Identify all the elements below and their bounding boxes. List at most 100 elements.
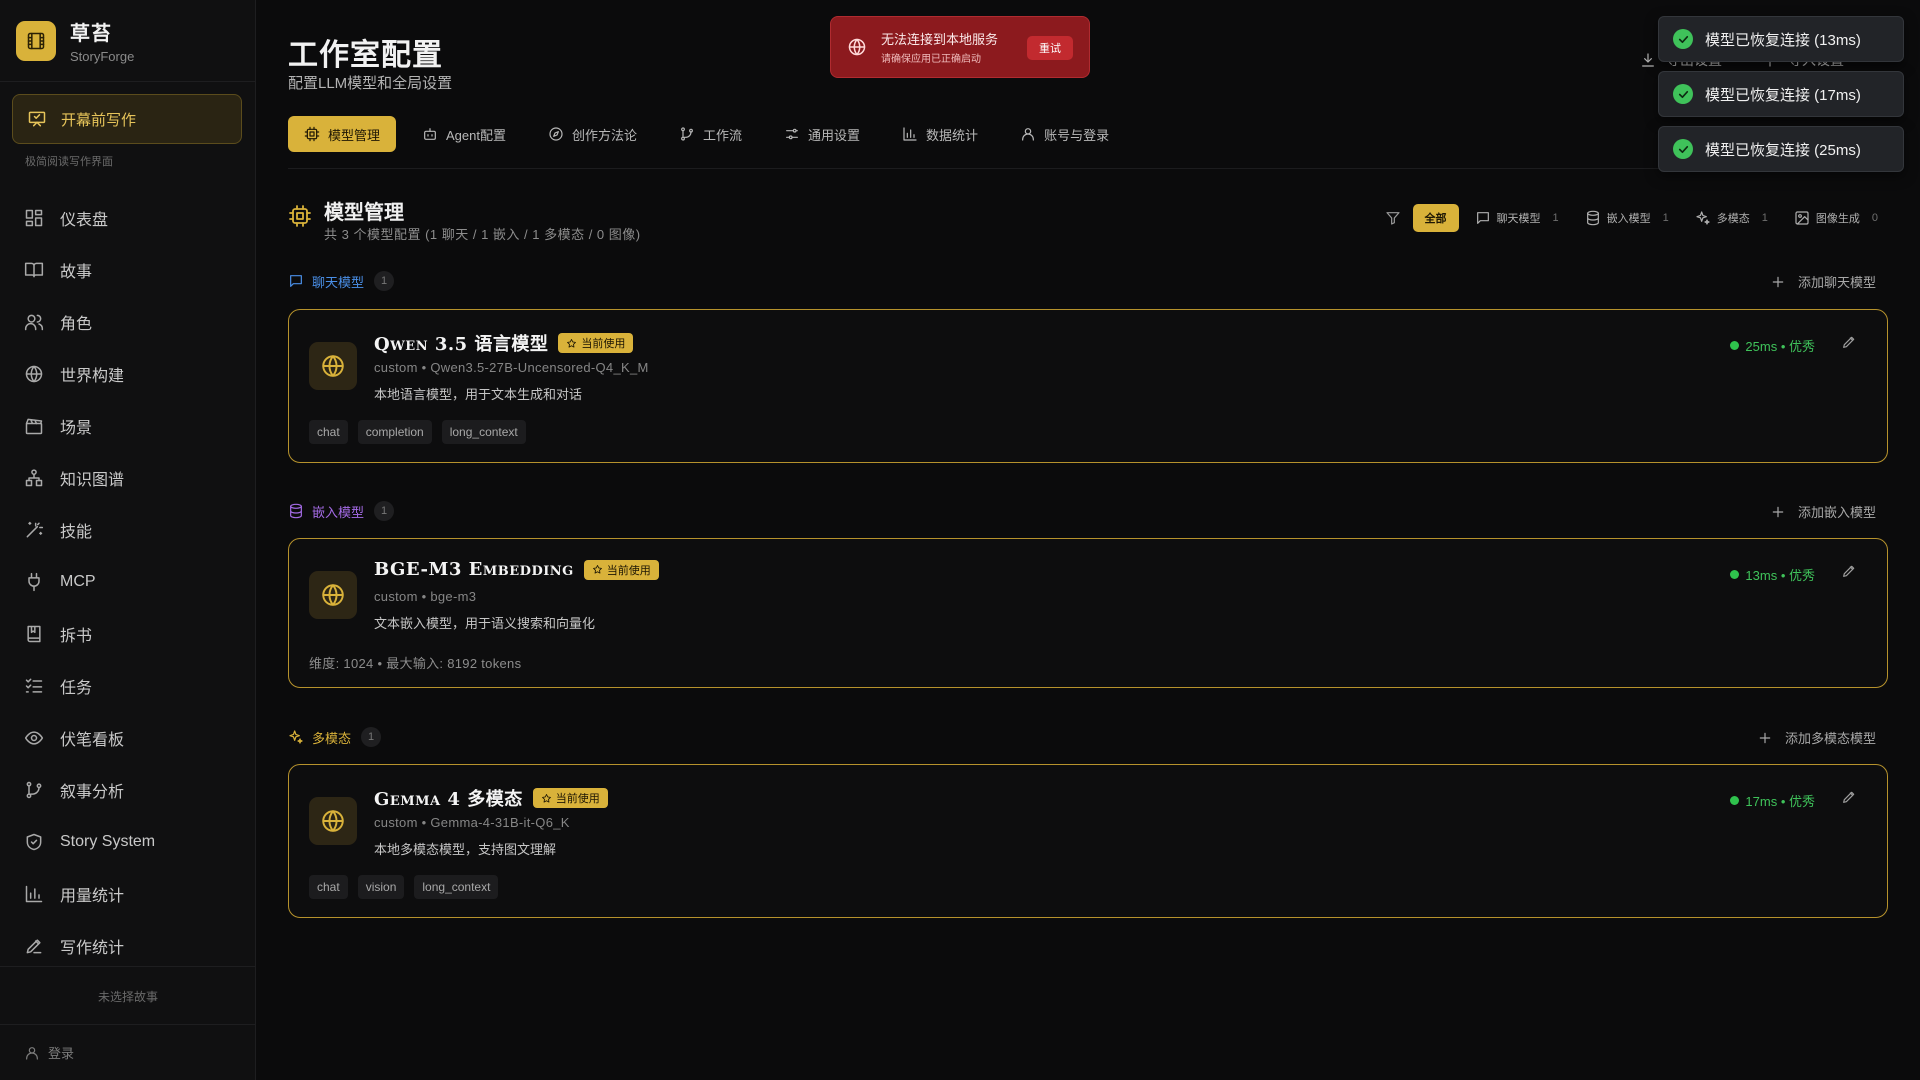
sidebar-item-label: 知识图谱 bbox=[60, 472, 125, 489]
edit-model-button[interactable] bbox=[1841, 334, 1857, 350]
sidebar-item-story-system[interactable]: Story System bbox=[0, 816, 256, 868]
tab-agent-config[interactable]: Agent配置 bbox=[406, 116, 522, 152]
sidebar-item-label: 世界构建 bbox=[60, 368, 125, 385]
pen-icon bbox=[24, 936, 44, 956]
add-embedding-model-button[interactable]: 添加嵌入模型 bbox=[1770, 502, 1876, 521]
tab-general-settings[interactable]: 通用设置 bbox=[768, 116, 876, 152]
check-circle-icon bbox=[1673, 139, 1693, 159]
sidebar-item-label: 仪表盘 bbox=[60, 212, 109, 229]
sidebar-item-stories[interactable]: 故事 bbox=[0, 244, 256, 296]
section-title: 模型管理 bbox=[324, 202, 404, 224]
model-name: Qwen 3.5 语言模型 bbox=[374, 334, 549, 355]
tab-workflow[interactable]: 工作流 bbox=[663, 116, 758, 152]
tab-model-management[interactable]: 模型管理 bbox=[288, 116, 397, 152]
group-count: 1 bbox=[374, 271, 395, 291]
group-chat-models: 聊天模型 1 bbox=[288, 271, 395, 291]
sidebar-item-knowledge-graph[interactable]: 知识图谱 bbox=[0, 452, 256, 504]
filter-multimodal[interactable]: 多模态 1 bbox=[1685, 204, 1778, 232]
filter-embedding-models[interactable]: 嵌入模型 1 bbox=[1575, 204, 1679, 232]
edit-model-button[interactable] bbox=[1841, 789, 1857, 805]
star-icon bbox=[566, 338, 577, 349]
sidebar-item-worldbuilding[interactable]: 世界构建 bbox=[0, 348, 256, 400]
model-name: Gemma 4 多模态 bbox=[374, 789, 523, 810]
model-identifier: custom • Gemma-4-31B-it-Q6_K bbox=[374, 815, 570, 830]
in-use-label: 当前使用 bbox=[581, 338, 626, 350]
login-button[interactable]: 登录 bbox=[24, 1043, 74, 1062]
settings-tabs: 模型管理 Agent配置 创作方法论 工作流 通用设置 数据统计 账号与登录 bbox=[288, 116, 1135, 152]
filter-label: 图像生成 bbox=[1815, 213, 1860, 225]
filter-chat-models[interactable]: 聊天模型 1 bbox=[1465, 204, 1569, 232]
star-icon bbox=[541, 793, 552, 804]
connection-status: 13ms • 优秀 bbox=[1730, 565, 1815, 584]
retry-button[interactable]: 重试 bbox=[1027, 36, 1073, 60]
model-filters: 全部 聊天模型 1 嵌入模型 1 多模态 1 图像生成 0 bbox=[1385, 204, 1889, 232]
filter-image-generation[interactable]: 图像生成 0 bbox=[1784, 204, 1888, 232]
sidebar-item-characters[interactable]: 角色 bbox=[0, 296, 256, 348]
model-card-gemma[interactable]: Gemma 4 多模态 当前使用 custom • Gemma-4-31B-it… bbox=[288, 764, 1888, 918]
group-label: 多模态 bbox=[312, 730, 352, 746]
status-dot bbox=[1730, 796, 1740, 805]
group-embedding-models: 嵌入模型 1 bbox=[288, 501, 395, 521]
edit-model-button[interactable] bbox=[1841, 563, 1857, 579]
sidebar-item-mcp[interactable]: MCP bbox=[0, 556, 256, 608]
status-dot bbox=[1730, 570, 1740, 579]
bar-chart-icon bbox=[902, 126, 918, 142]
model-description: 本地多模态模型，支持图文理解 bbox=[374, 842, 557, 857]
film-icon bbox=[16, 20, 56, 61]
presentation-icon bbox=[27, 109, 47, 129]
database-icon bbox=[288, 503, 304, 519]
add-chat-model-button[interactable]: 添加聊天模型 bbox=[1770, 272, 1876, 291]
sidebar-divider bbox=[0, 1024, 256, 1025]
latency-label: 17ms • 优秀 bbox=[1745, 794, 1815, 809]
sidebar-item-tasks[interactable]: 任务 bbox=[0, 660, 256, 712]
tab-methodology[interactable]: 创作方法论 bbox=[532, 116, 653, 152]
add-multimodal-model-button[interactable]: 添加多模态模型 bbox=[1757, 728, 1876, 747]
write-mode-button[interactable]: 开幕前写作 bbox=[12, 94, 242, 144]
sidebar-item-skills[interactable]: 技能 bbox=[0, 504, 256, 556]
sidebar-item-label: 技能 bbox=[60, 524, 93, 541]
model-tag: long_context bbox=[441, 420, 526, 444]
model-card-bge[interactable]: BGE-M3 Embedding 当前使用 custom • bge-m3 文本… bbox=[288, 538, 1888, 688]
sidebar-item-dashboard[interactable]: 仪表盘 bbox=[0, 192, 256, 244]
filter-count: 0 bbox=[1871, 212, 1878, 224]
sidebar-item-scenes[interactable]: 场景 bbox=[0, 400, 256, 452]
sidebar-item-usage-stats[interactable]: 用量统计 bbox=[0, 868, 256, 920]
connection-status: 17ms • 优秀 bbox=[1730, 791, 1815, 810]
sidebar-item-label: 用量统计 bbox=[60, 888, 125, 905]
group-label: 嵌入模型 bbox=[312, 504, 365, 520]
book-icon bbox=[24, 260, 44, 280]
tab-data-stats[interactable]: 数据统计 bbox=[886, 116, 994, 152]
brand[interactable]: 草苔 StoryForge bbox=[0, 0, 255, 82]
sidebar-item-writing-stats[interactable]: 写作统计 bbox=[0, 920, 256, 972]
clapperboard-icon bbox=[24, 416, 44, 436]
tab-account-login[interactable]: 账号与登录 bbox=[1004, 116, 1125, 152]
plus-icon bbox=[1770, 274, 1786, 290]
sidebar-item-label: 任务 bbox=[60, 680, 93, 697]
latency-label: 13ms • 优秀 bbox=[1745, 568, 1815, 583]
sliders-icon bbox=[784, 126, 800, 142]
model-card-qwen[interactable]: Qwen 3.5 语言模型 当前使用 custom • Qwen3.5-27B-… bbox=[288, 309, 1888, 463]
image-icon bbox=[1794, 210, 1810, 226]
sidebar-divider bbox=[0, 966, 256, 967]
tab-label: 通用设置 bbox=[808, 127, 861, 143]
error-toast: 无法连接到本地服务 请确保应用已正确启动 重试 bbox=[830, 16, 1090, 78]
globe-icon bbox=[24, 364, 44, 384]
in-use-label: 当前使用 bbox=[606, 564, 651, 577]
sidebar-item-label: Story System bbox=[60, 833, 156, 850]
login-label: 登录 bbox=[48, 1046, 75, 1061]
message-square-icon bbox=[1475, 210, 1491, 226]
sidebar-item-narrative-analysis[interactable]: 叙事分析 bbox=[0, 764, 256, 816]
check-circle-icon bbox=[1673, 84, 1693, 104]
sidebar-item-foreshadow-board[interactable]: 伏笔看板 bbox=[0, 712, 256, 764]
filter-all[interactable]: 全部 bbox=[1412, 204, 1459, 232]
message-square-icon bbox=[288, 273, 304, 289]
wand-icon bbox=[24, 520, 44, 540]
group-multimodal: 多模态 1 bbox=[288, 727, 382, 747]
sparkles-icon bbox=[288, 729, 304, 745]
group-count: 1 bbox=[361, 727, 382, 747]
sidebar-item-book-breakdown[interactable]: 拆书 bbox=[0, 608, 256, 660]
bar-chart-icon bbox=[24, 884, 44, 904]
sidebar-item-label: 叙事分析 bbox=[60, 784, 125, 801]
tabs-divider bbox=[288, 168, 1888, 169]
user-icon bbox=[24, 1045, 40, 1061]
